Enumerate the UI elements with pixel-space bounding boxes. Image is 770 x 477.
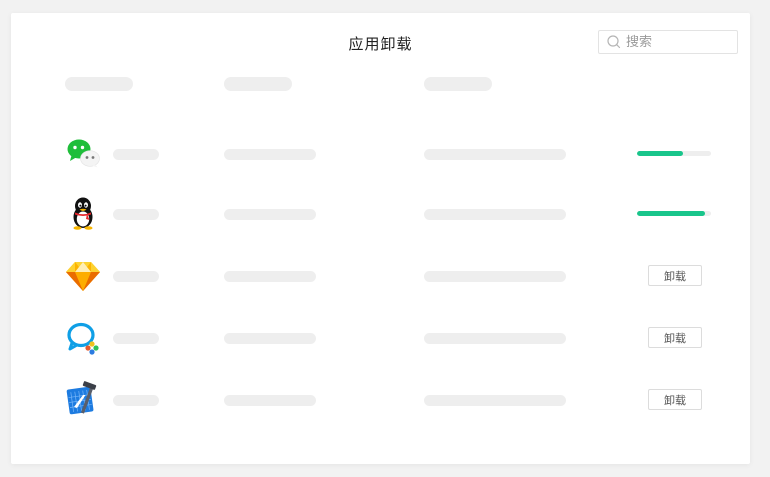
app-row-qq (11, 189, 750, 239)
header-placeholder-size (224, 77, 292, 91)
app-path-placeholder (424, 333, 566, 344)
app-name-placeholder (113, 149, 159, 160)
app-row-wechat (11, 129, 750, 179)
header-placeholder-name (65, 77, 133, 91)
app-row-sketch: 卸载 (11, 251, 750, 301)
uninstall-button[interactable]: 卸载 (648, 327, 702, 348)
uninstall-progress-bar (637, 151, 711, 156)
app-path-placeholder (424, 395, 566, 406)
uninstall-button[interactable]: 卸载 (648, 389, 702, 410)
uninstall-window: 应用卸载 搜索 卸载 卸载 卸载 (11, 13, 750, 464)
app-size-placeholder (224, 149, 316, 160)
app-size-placeholder (224, 271, 316, 282)
app-path-placeholder (424, 209, 566, 220)
wecom-chat-icon (67, 322, 99, 355)
sketch-diamond-icon (66, 262, 100, 291)
xcode-icon (66, 381, 97, 415)
uninstall-button[interactable]: 卸载 (648, 265, 702, 286)
app-name-placeholder (113, 333, 159, 344)
qq-penguin-icon (73, 197, 93, 230)
header-placeholder-path (424, 77, 492, 91)
app-row-wecom: 卸载 (11, 313, 750, 363)
search-input[interactable] (624, 32, 726, 52)
app-size-placeholder (224, 333, 316, 344)
app-name-placeholder (113, 271, 159, 282)
app-path-placeholder (424, 271, 566, 282)
wechat-icon (67, 139, 100, 168)
uninstall-progress-bar (637, 211, 711, 216)
app-size-placeholder (224, 395, 316, 406)
app-size-placeholder (224, 209, 316, 220)
app-row-xcode: 卸载 (11, 375, 750, 425)
search-box[interactable] (598, 30, 738, 54)
app-name-placeholder (113, 209, 159, 220)
uninstall-progress-fill (637, 151, 683, 156)
app-path-placeholder (424, 149, 566, 160)
app-name-placeholder (113, 395, 159, 406)
uninstall-progress-fill (637, 211, 706, 216)
search-icon (607, 35, 621, 49)
